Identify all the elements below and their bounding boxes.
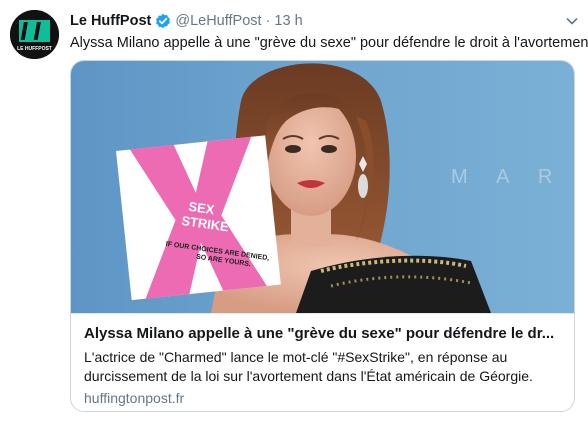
tweet-timestamp[interactable]: 13 h xyxy=(274,13,302,29)
svg-text:LE HUFFPOST: LE HUFFPOST xyxy=(17,46,52,52)
header-separator: · xyxy=(265,13,271,29)
card-domain[interactable]: huffingtonpost.fr xyxy=(84,389,561,407)
tweet: LE HUFFPOST Le HuffPost @LeHuffPost · 13… xyxy=(0,0,588,429)
avatar[interactable]: LE HUFFPOST xyxy=(10,10,59,59)
chevron-down-icon[interactable] xyxy=(564,13,580,29)
tweet-text: Alyssa Milano appelle à une "grève du se… xyxy=(70,35,588,51)
tweet-header: Le HuffPost @LeHuffPost · 13 h xyxy=(70,11,303,31)
link-card[interactable]: M A R SEX STRIKE IF OUR CHOICES ARE DENI… xyxy=(70,60,575,412)
account-handle[interactable]: @LeHuffPost xyxy=(175,13,261,29)
verified-badge-icon xyxy=(155,13,171,29)
card-description: L'actrice de "Charmed" lance le mot-clé … xyxy=(84,349,533,384)
card-body: Alyssa Milano appelle à une "grève du se… xyxy=(71,313,574,411)
backdrop-text: M A R xyxy=(451,166,564,188)
card-title[interactable]: Alyssa Milano appelle à une "grève du se… xyxy=(84,324,561,344)
card-image: M A R SEX STRIKE IF OUR CHOICES ARE DENI… xyxy=(71,61,574,313)
huffpost-logo: LE HUFFPOST xyxy=(10,10,59,59)
account-name[interactable]: Le HuffPost xyxy=(70,13,151,29)
